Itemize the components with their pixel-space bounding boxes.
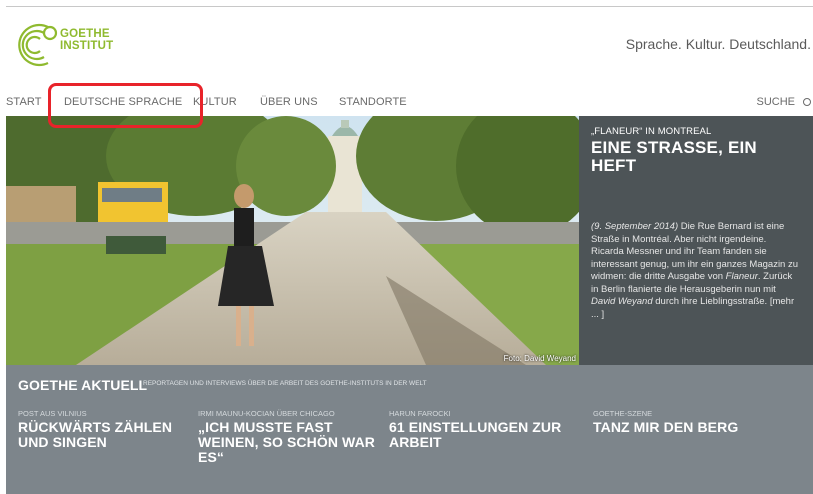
teaser-body: (9. September 2014) Die Rue Bernard ist …	[591, 221, 801, 321]
teaser-magazine: Flaneur	[725, 271, 758, 282]
aktuell-item-kicker: IRMI MAUNU-KOCIAN ÜBER CHICAGO	[198, 409, 335, 418]
featured-teaser[interactable]: „FLANEUR“ IN MONTREAL EINE STRASSE, EIN …	[579, 116, 813, 365]
teaser-person: David Weyand	[591, 296, 653, 307]
logo-line-2: INSTITUT	[60, 39, 114, 52]
hero-image[interactable]: Foto: David Weyand	[6, 116, 579, 365]
aktuell-subtitle: REPORTAGEN UND INTERVIEWS ÜBER DIE ARBEI…	[143, 380, 427, 387]
aktuell-item-headline[interactable]: TANZ MIR DEN BERG	[593, 420, 773, 435]
logo-line-1: GOETHE	[60, 28, 110, 40]
park-photo	[6, 116, 579, 365]
site-tagline: Sprache. Kultur. Deutschland.	[625, 36, 811, 52]
nav-item-standorte[interactable]: STANDORTE	[339, 96, 407, 108]
aktuell-item[interactable]: GOETHE-SZENE TANZ MIR DEN BERG	[593, 409, 773, 435]
nav-item-start[interactable]: START	[6, 96, 42, 108]
top-divider	[6, 6, 813, 7]
teaser-date: (9. September 2014)	[591, 221, 679, 232]
aktuell-item-headline[interactable]: „ICH MUSSTE FAST WEINEN, SO SCHÖN WAR ES…	[198, 420, 376, 465]
search-label: SUCHE	[756, 96, 795, 108]
teaser-kicker: „FLANEUR“ IN MONTREAL	[591, 126, 712, 137]
aktuell-item-headline[interactable]: 61 EINSTELLUNGEN ZUR ARBEIT	[389, 420, 569, 450]
search-button[interactable]: SUCHE	[756, 96, 811, 108]
aktuell-item[interactable]: IRMI MAUNU-KOCIAN ÜBER CHICAGO „ICH MUSS…	[198, 409, 376, 465]
search-icon	[803, 98, 811, 106]
aktuell-item-kicker: HARUN FAROCKI	[389, 409, 451, 418]
aktuell-item-kicker: POST AUS VILNIUS	[18, 409, 87, 418]
goethe-aktuell-band: GOETHE AKTUELL REPORTAGEN UND INTERVIEWS…	[6, 365, 813, 494]
aktuell-item[interactable]: HARUN FAROCKI 61 EINSTELLUNGEN ZUR ARBEI…	[389, 409, 569, 450]
aktuell-title[interactable]: GOETHE AKTUELL	[18, 377, 147, 393]
aktuell-item-headline[interactable]: RÜCKWÄRTS ZÄHLEN UND SINGEN	[18, 420, 198, 450]
logo-wordmark[interactable]: GOETHE INSTITUT	[60, 28, 114, 52]
nav-item-ueber-uns[interactable]: ÜBER UNS	[260, 96, 318, 108]
photo-credit: Foto: David Weyand	[503, 354, 576, 363]
teaser-headline[interactable]: EINE STRASSE, EIN HEFT	[591, 139, 801, 175]
highlight-annotation	[48, 83, 203, 128]
aktuell-item-kicker: GOETHE-SZENE	[593, 409, 653, 418]
aktuell-item[interactable]: POST AUS VILNIUS RÜCKWÄRTS ZÄHLEN UND SI…	[18, 409, 198, 450]
